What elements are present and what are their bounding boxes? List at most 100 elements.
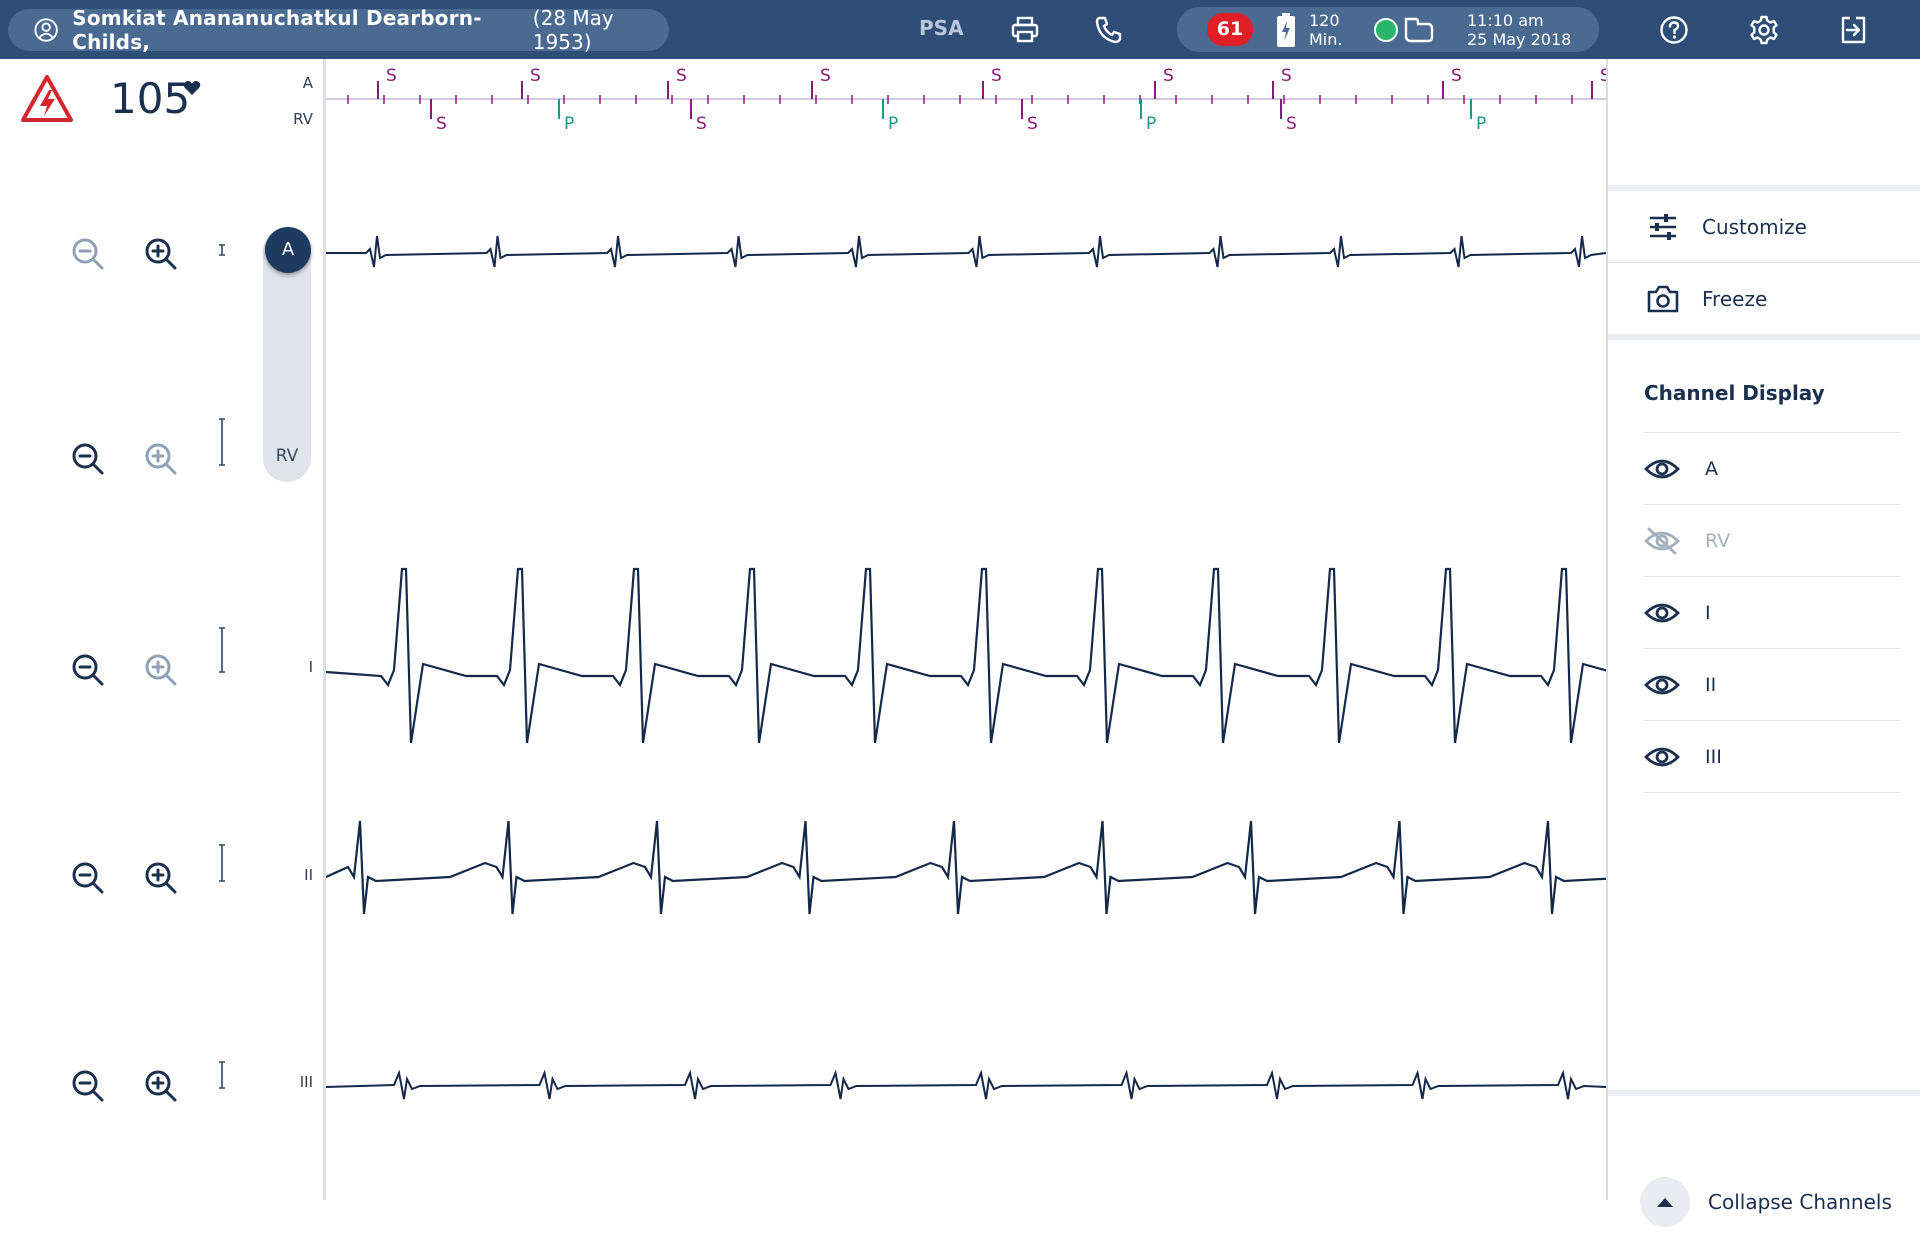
customize-button[interactable]: Customize [1608,192,1920,262]
waveform-i [326,567,1606,744]
zoom-out-icon[interactable] [68,234,108,274]
zoom-in-icon[interactable] [141,650,181,690]
zoom-in-icon[interactable] [141,858,181,898]
scale-bar [219,244,225,256]
panel-separator [1608,334,1920,340]
pace-marker-label: P [888,114,898,134]
panel-separator [1608,1090,1920,1096]
channel-label-ii: II [304,866,313,884]
sense-marker-label: S [991,66,1002,86]
zoom-out-icon[interactable] [68,1066,108,1106]
side-panel: Customize Freeze Channel Display A RV I … [1606,59,1920,1227]
sense-marker-label: S [676,66,687,86]
channel-label-i: I [308,658,313,676]
date-time: 11:10 am 25 May 2018 [1467,11,1571,49]
zoom-in-icon[interactable] [141,234,181,274]
top-bar: Somkiat Anananuchatkul Dearborn-Childs, … [0,0,1920,59]
waveform-iii [326,1069,1606,1100]
patient-name: Somkiat Anananuchatkul Dearborn-Childs, [72,6,482,54]
connection-status-dot [1374,18,1398,42]
exit-icon[interactable] [1838,14,1870,46]
battery-minutes: 120 [1309,11,1340,30]
customize-label: Customize [1702,215,1807,239]
channel-name: A [1705,457,1718,480]
zoom-out-icon[interactable] [68,439,108,479]
eye-icon [1644,675,1680,694]
zoom-out-icon[interactable] [68,858,108,898]
sense-marker-label: S [820,66,831,86]
zoom-in-icon[interactable] [141,439,181,479]
sliders-icon [1650,214,1676,240]
heart-icon [183,81,201,95]
collapse-button-circle[interactable] [1640,1177,1690,1227]
battery-unit: Min. [1309,30,1343,49]
help-icon[interactable] [1658,14,1690,46]
zoom-out-icon[interactable] [68,650,108,690]
scale-bar [219,1061,225,1089]
zoom-in-icon[interactable] [141,1066,181,1106]
channel-name: III [1705,745,1722,768]
patient-banner[interactable]: Somkiat Anananuchatkul Dearborn-Childs, … [8,6,669,54]
waveform-a [326,235,1606,268]
eye-icon [1644,747,1680,766]
collapse-channels-label: Collapse Channels [1708,1190,1892,1214]
marker-label-a: A [302,74,313,92]
current-date: 25 May 2018 [1467,30,1572,49]
eye-icon [1644,459,1680,478]
chevron-up-icon [1657,1198,1673,1207]
marker-channel: S S S S S S S S SS P S P S P S P [326,66,1606,134]
channel-label-iii: III [299,1073,313,1091]
freeze-label: Freeze [1702,287,1768,311]
sense-marker-label: S [1163,66,1174,86]
channel-name: I [1705,601,1711,624]
status-area: 61 120 Min. 11:10 am 25 May 2018 [1177,7,1599,52]
channel-name: RV [1705,529,1731,552]
sense-marker-label: S [1286,114,1297,134]
channel-display-title: Channel Display [1644,381,1825,405]
scale-bar [219,844,225,882]
mode-label: PSA [919,16,964,40]
slider-label-rv[interactable]: RV [263,446,311,466]
channel-toggle-iii[interactable]: III [1644,721,1900,793]
channel-toggle-ii[interactable]: II [1644,649,1900,721]
settings-icon[interactable] [1748,14,1780,46]
marker-label-rv: RV [293,110,313,128]
scale-bar [219,418,225,466]
pace-marker-label: P [1146,114,1156,134]
print-icon[interactable] [1009,14,1041,46]
patient-dob: (28 May 1953) [532,6,614,54]
connection-icon [1404,17,1434,43]
user-icon [34,18,58,42]
heart-rate-value: 105 [110,74,191,123]
alarm-warning-icon[interactable] [20,74,74,124]
slider-knob-a[interactable]: A [265,227,311,273]
battery-icon [1277,13,1295,47]
sense-marker-label: S [696,114,707,134]
sense-marker-label: S [530,66,541,86]
waveform-ii [326,820,1606,915]
panel-separator [1608,185,1920,191]
camera-icon [1647,285,1679,313]
collapse-channels-button[interactable]: Collapse Channels [1608,1147,1920,1257]
eye-icon [1644,603,1680,622]
divider [1608,262,1920,263]
sense-marker-label: S [1451,66,1462,86]
battery-time: 120 Min. [1309,11,1342,49]
waveform-display: S S S S S S S S SS P S P S P S P [326,66,1606,1100]
channel-toggle-rv[interactable]: RV [1644,505,1900,577]
freeze-button[interactable]: Freeze [1608,264,1920,334]
scale-bar [219,627,225,673]
current-time: 11:10 am [1467,11,1544,30]
sense-marker-label: S [1027,114,1038,134]
pace-marker-label: P [1476,114,1486,134]
sense-marker-label: S [386,66,397,86]
phone-icon[interactable] [1093,14,1125,46]
sense-marker-label: S [1281,66,1292,86]
channel-name: II [1705,673,1717,696]
pace-marker-label: P [564,114,574,134]
sense-marker-label: S [436,114,447,134]
channel-toggle-a[interactable]: A [1644,433,1900,505]
channel-toggle-i[interactable]: I [1644,577,1900,649]
alarm-count-badge[interactable]: 61 [1207,13,1253,46]
eye-off-icon [1644,527,1680,554]
